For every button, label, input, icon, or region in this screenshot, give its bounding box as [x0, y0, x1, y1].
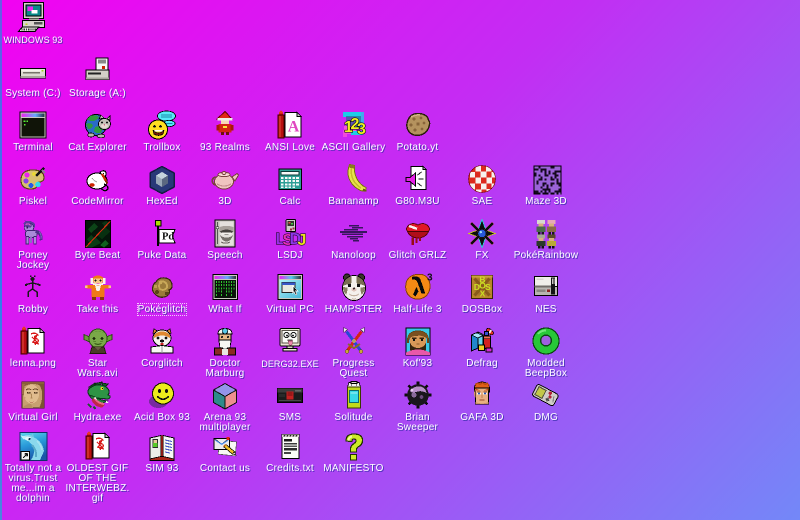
- svg-text:3: 3: [427, 273, 433, 284]
- svg-text:3: 3: [357, 121, 366, 138]
- svg-text:J: J: [298, 232, 307, 249]
- svg-text:Pd: Pd: [162, 232, 174, 243]
- svg-text:A: A: [288, 119, 300, 136]
- svg-text:X: X: [480, 289, 486, 299]
- svg-text:S: S: [485, 282, 491, 292]
